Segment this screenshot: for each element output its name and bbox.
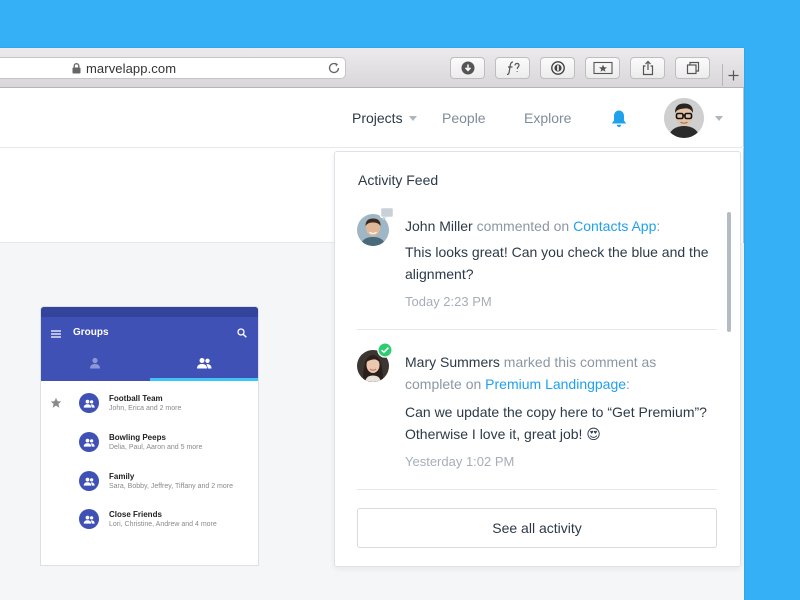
activity-message: Can we update the copy here to “Get Prem… bbox=[405, 404, 707, 442]
activity-user[interactable]: Mary Summers bbox=[405, 354, 500, 370]
group-avatar-icon bbox=[79, 393, 99, 413]
group-icon bbox=[197, 358, 212, 369]
phone-status-bar bbox=[41, 307, 258, 317]
menu-icon bbox=[51, 330, 61, 338]
activity-item[interactable]: Mary Summers marked this comment as comp… bbox=[357, 342, 717, 490]
activity-target-link[interactable]: Contacts App bbox=[573, 218, 656, 234]
app-header: Projects People Explore bbox=[0, 88, 744, 148]
address-bar[interactable]: marvelapp.com bbox=[0, 57, 346, 79]
tabs-button[interactable] bbox=[675, 57, 710, 79]
activity-item[interactable]: John Miller commented on Contacts App: T… bbox=[357, 206, 717, 330]
activity-suffix: : bbox=[656, 218, 661, 234]
group-members: Sara, Bobby, Jeffrey, Tiffany and 2 more bbox=[109, 483, 233, 490]
activity-action: commented on bbox=[476, 218, 570, 234]
nav-projects[interactable]: Projects bbox=[352, 110, 417, 126]
group-row: Football Team John, Erica and 2 more bbox=[41, 387, 258, 425]
password-button[interactable] bbox=[540, 57, 575, 79]
group-name: Bowling Peeps bbox=[109, 433, 166, 442]
group-name: Football Team bbox=[109, 394, 163, 403]
group-members: John, Erica and 2 more bbox=[109, 405, 182, 412]
activity-feed-title: Activity Feed bbox=[358, 172, 439, 188]
group-members: Delia, Paul, Aaron and 5 more bbox=[109, 444, 203, 451]
address-url: marvelapp.com bbox=[86, 61, 177, 76]
phone-prototype-preview[interactable]: Groups Football Team John, Erica and 2 m… bbox=[40, 306, 259, 566]
activity-timestamp: Today 2:23 PM bbox=[405, 294, 492, 309]
comment-icon bbox=[379, 206, 395, 221]
function-icon bbox=[506, 61, 520, 76]
activity-header: John Miller commented on Contacts App: bbox=[405, 215, 715, 237]
user-avatar[interactable] bbox=[664, 98, 704, 138]
bell-icon[interactable] bbox=[610, 109, 628, 128]
group-avatar-icon bbox=[79, 432, 99, 452]
download-icon bbox=[461, 61, 474, 75]
group-row: Close Friends Lori, Christine, Andrew an… bbox=[41, 503, 258, 541]
group-avatar-icon bbox=[79, 471, 99, 491]
avatar-chevron-down-icon[interactable] bbox=[715, 116, 723, 121]
tabs-icon bbox=[686, 61, 699, 75]
download-button[interactable] bbox=[450, 57, 485, 79]
phone-title: Groups bbox=[73, 327, 109, 338]
group-row: Family Sara, Bobby, Jeffrey, Tiffany and… bbox=[41, 465, 258, 503]
group-avatar-icon bbox=[79, 509, 99, 529]
star-icon bbox=[50, 397, 62, 408]
group-members: Lori, Christine, Andrew and 4 more bbox=[109, 521, 217, 528]
phone-app-bar: Groups bbox=[41, 307, 258, 381]
search-icon bbox=[237, 328, 247, 338]
bookmark-icon bbox=[592, 61, 613, 75]
browser-toolbar: marvelapp.com bbox=[0, 48, 744, 88]
nav-people[interactable]: People bbox=[442, 110, 486, 126]
group-name: Family bbox=[109, 472, 135, 481]
see-all-activity-button[interactable]: See all activity bbox=[357, 508, 717, 548]
feed-scrollbar[interactable] bbox=[727, 212, 731, 332]
chevron-down-icon bbox=[408, 115, 417, 121]
new-tab-button[interactable] bbox=[722, 64, 744, 86]
user-avatar-image bbox=[664, 98, 704, 138]
activity-target-link[interactable]: Premium Landingpage bbox=[485, 376, 626, 392]
phone-tab-indicator bbox=[150, 378, 258, 381]
nav-explore[interactable]: Explore bbox=[524, 110, 571, 126]
share-button[interactable] bbox=[630, 57, 665, 79]
activity-feed-panel: Activity Feed John Miller commented on C… bbox=[334, 151, 741, 567]
nav-projects-label: Projects bbox=[352, 110, 403, 126]
function-button[interactable] bbox=[495, 57, 530, 79]
bookmark-button[interactable] bbox=[585, 57, 620, 79]
checkmark-icon bbox=[377, 342, 393, 358]
reload-icon[interactable] bbox=[327, 61, 341, 75]
password-icon bbox=[550, 61, 565, 75]
activity-header: Mary Summers marked this comment as comp… bbox=[405, 351, 715, 395]
activity-user[interactable]: John Miller bbox=[405, 218, 473, 234]
activity-timestamp: Yesterday 1:02 PM bbox=[405, 454, 515, 469]
group-name: Close Friends bbox=[109, 510, 162, 519]
plus-icon bbox=[728, 70, 739, 80]
activity-message: This looks great! Can you check the blue… bbox=[405, 244, 709, 282]
share-icon bbox=[642, 60, 653, 76]
lock-icon bbox=[72, 63, 81, 74]
person-icon bbox=[90, 357, 100, 369]
activity-suffix: : bbox=[626, 376, 630, 392]
group-row: Bowling Peeps Delia, Paul, Aaron and 5 m… bbox=[41, 426, 258, 464]
